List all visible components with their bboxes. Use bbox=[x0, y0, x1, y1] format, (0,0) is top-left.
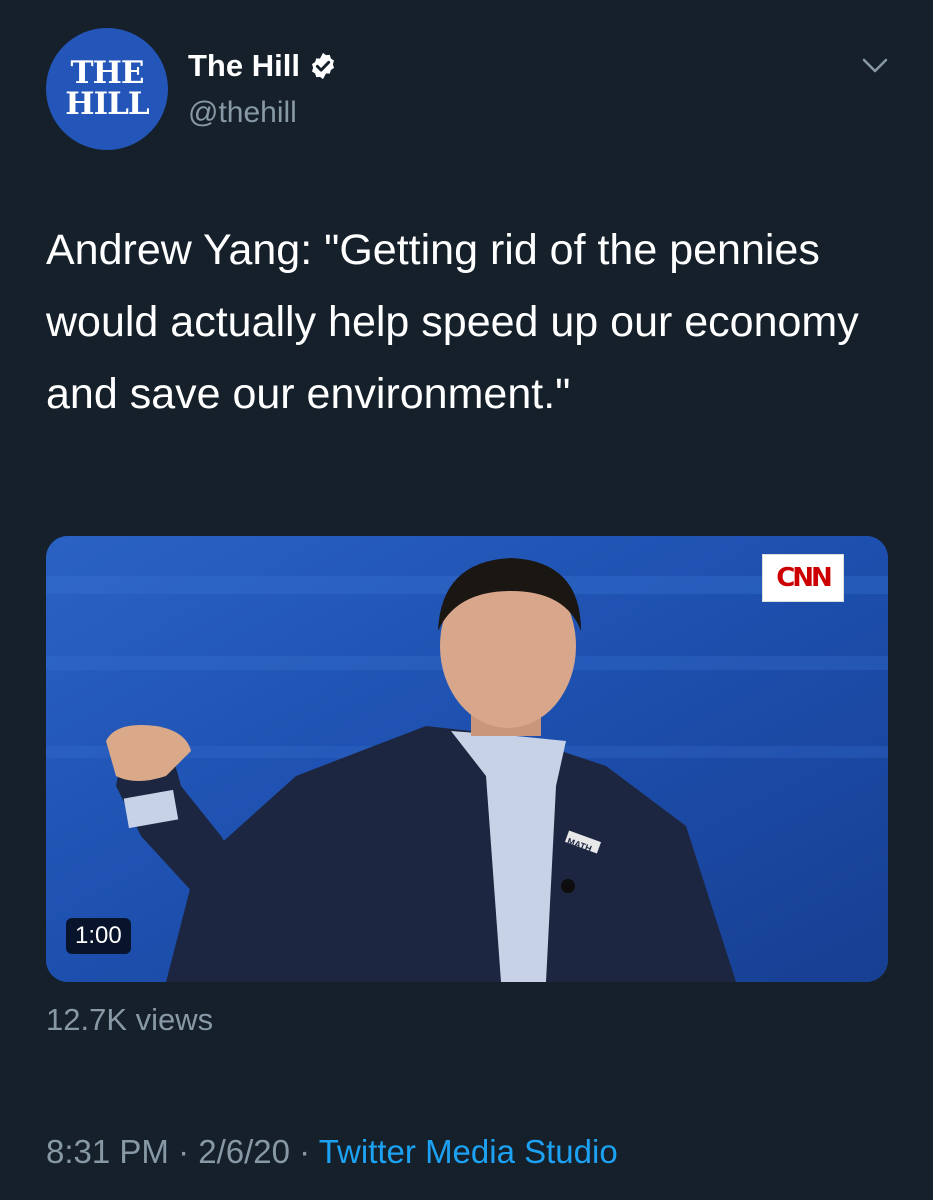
tweet-source-link[interactable]: Twitter Media Studio bbox=[319, 1133, 618, 1170]
tweet-time[interactable]: 8:31 PM bbox=[46, 1133, 169, 1170]
avatar[interactable]: THE HILL bbox=[46, 28, 168, 150]
meta-separator: · bbox=[168, 1133, 199, 1170]
tweet-detail: THE HILL The Hill @thehill Andrew Yang: … bbox=[0, 0, 933, 1200]
tweet-metadata: 8:31 PM · 2/6/20 · Twitter Media Studio bbox=[46, 1133, 618, 1171]
avatar-line-1: THE bbox=[70, 55, 145, 91]
video-thumbnail: MATH bbox=[46, 536, 888, 982]
author-display-name[interactable]: The Hill bbox=[188, 48, 300, 84]
avatar-line-2: HILL bbox=[65, 86, 149, 122]
author-name-row: The Hill bbox=[188, 48, 338, 84]
video-player[interactable]: MATH CNN 1:00 bbox=[46, 536, 888, 982]
author-handle[interactable]: @thehill bbox=[188, 96, 297, 130]
video-duration: 1:00 bbox=[66, 918, 131, 954]
view-count: 12.7K views bbox=[46, 1002, 214, 1037]
chevron-down-icon[interactable] bbox=[861, 56, 889, 76]
tweet-text: Andrew Yang: "Getting rid of the pennies… bbox=[46, 226, 859, 418]
tweet-date[interactable]: 2/6/20 bbox=[198, 1133, 290, 1170]
verified-badge-icon bbox=[311, 52, 334, 80]
meta-separator: · bbox=[289, 1133, 319, 1170]
network-logo: CNN bbox=[762, 554, 844, 602]
